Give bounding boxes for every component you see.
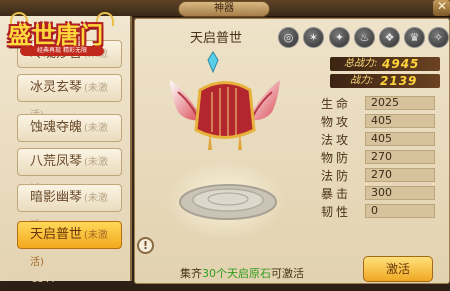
hint-prefix: 集齐	[180, 267, 202, 280]
crown-icon[interactable]: ♛	[404, 27, 425, 48]
stat-label: 物攻	[321, 115, 352, 129]
bird-icon[interactable]: ✧	[428, 27, 449, 48]
stat-label: 生命	[321, 97, 352, 111]
stat-value: 405	[365, 132, 435, 146]
logo-title: 盛世唐门	[8, 23, 104, 49]
game-logo: 盛世唐门 经典再现 精彩无限	[2, 12, 120, 60]
swirl-icon[interactable]: ◎	[278, 27, 299, 48]
activation-hint: 集齐30个天启原石可激活	[180, 265, 304, 281]
total-power-label: 总战力:	[344, 58, 378, 69]
close-icon: ✕	[437, 0, 448, 13]
list-item-artifact-6[interactable]: 天启普世 (未激活)	[17, 221, 122, 268]
artifact-name: 蚀魂夺魄	[30, 120, 83, 135]
stat-value: 0	[365, 204, 435, 218]
stat-value: 270	[365, 150, 435, 164]
power-label: 战力:	[350, 75, 374, 86]
total-power: 总战力: 4945	[330, 57, 440, 71]
stat-label: 暴击	[321, 187, 352, 201]
stat-value: 300	[365, 186, 435, 200]
wing-icon[interactable]: ❖	[379, 27, 400, 48]
flame-icon[interactable]: ♨	[354, 27, 375, 48]
dragon-icon[interactable]: ✶	[303, 27, 324, 48]
list-item-artifact-4[interactable]: 八荒凤琴(未激活)	[17, 148, 122, 195]
artifact-name: 八荒凤琴	[30, 154, 83, 169]
list-item-artifact-2[interactable]: 冰灵玄琴(未激活)	[17, 74, 122, 121]
artifact-name: 天启普世	[30, 227, 83, 242]
info-icon[interactable]: !	[137, 237, 154, 254]
stat-value: 405	[365, 114, 435, 128]
hint-suffix: 可激活	[271, 267, 304, 280]
stat-value: 2025	[365, 96, 435, 110]
stat-label: 韧性	[321, 205, 352, 219]
stat-label: 法防	[321, 169, 352, 183]
stat-label: 物防	[321, 151, 352, 165]
list-item-artifact-5[interactable]: 暗影幽琴(未激活)	[17, 184, 122, 231]
panel-title: 神器	[178, 1, 270, 17]
power: 战力: 2139	[330, 74, 440, 88]
artifact-image	[165, 51, 285, 240]
footer-number: 3344	[32, 275, 55, 285]
logo-tagline: 经典再现 精彩无限	[20, 46, 104, 56]
game-window: 神器 ✕ 玲珑妙音(未激活) 冰灵玄琴(未激活) 蚀魂夺魄(未激活) 八荒凤琴(…	[0, 0, 450, 291]
close-button[interactable]: ✕	[433, 0, 450, 16]
total-power-value: 4945	[382, 57, 420, 71]
activate-button[interactable]: 激活	[363, 256, 433, 282]
beast-icon[interactable]: ✦	[329, 27, 350, 48]
stat-label: 法攻	[321, 133, 352, 147]
list-item-artifact-3[interactable]: 蚀魂夺魄(未激活)	[17, 114, 122, 161]
weapon-name: 天启普世	[190, 31, 243, 46]
artifact-name: 冰灵玄琴	[30, 80, 83, 95]
hint-highlight: 30个天启原石	[202, 267, 271, 280]
stat-value: 270	[365, 168, 435, 182]
artifact-name: 暗影幽琴	[30, 190, 83, 205]
power-value: 2139	[380, 74, 418, 88]
back-arrow-icon[interactable]: ◂	[3, 274, 8, 284]
